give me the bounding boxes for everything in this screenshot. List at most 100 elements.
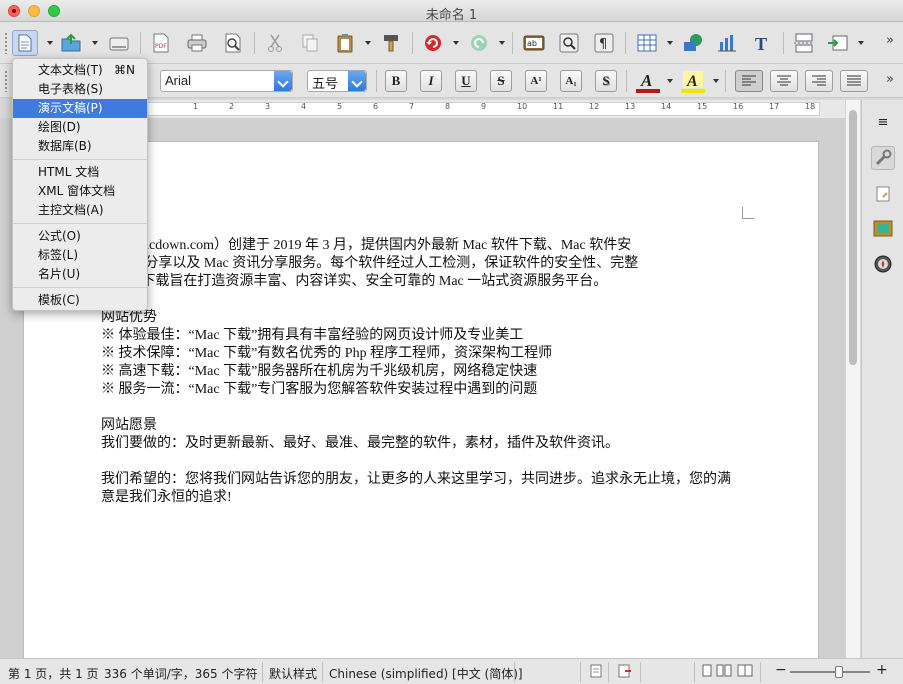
menu-item[interactable]: 标签(L)	[13, 246, 147, 265]
new-document-dropdown-arrow[interactable]	[47, 41, 53, 45]
find-replace-button[interactable]	[556, 30, 582, 56]
insert-table-dropdown-arrow[interactable]	[667, 41, 673, 45]
book-view-icon[interactable]	[737, 664, 753, 680]
print-button[interactable]	[184, 30, 210, 56]
page-style-status[interactable]: 默认样式	[269, 665, 317, 682]
open-dropdown-arrow[interactable]	[92, 41, 98, 45]
undo-button[interactable]	[420, 30, 446, 56]
cut-button[interactable]	[262, 30, 288, 56]
document-line[interactable]	[101, 453, 751, 471]
align-left-button[interactable]	[735, 70, 763, 92]
document-line[interactable]: 明	[94, 219, 751, 237]
document-line[interactable]: 我们要做的：及时更新最新、最好、最准、最完整的软件，素材，插件及软件资讯。	[101, 435, 751, 453]
document-line[interactable]: 载（www.macdown.com）创建于 2019 年 3 月，提供国内外最新…	[71, 237, 751, 255]
font-color-button[interactable]: A	[635, 68, 661, 94]
selection-mode-icon[interactable]	[590, 663, 602, 682]
zoom-in-icon[interactable]: +	[876, 662, 888, 678]
document-line[interactable]	[101, 291, 751, 309]
redo-dropdown-arrow[interactable]	[499, 41, 505, 45]
underline-button[interactable]: U	[455, 70, 477, 92]
document-line[interactable]: 网站愿景	[101, 417, 751, 435]
chevron-down-icon[interactable]	[274, 71, 292, 91]
word-count-status[interactable]: 336 个单词/字，365 个字符	[104, 665, 257, 682]
highlight-dropdown-arrow[interactable]	[713, 79, 719, 83]
document-line[interactable]: 我们希望的：您将我们网站告诉您的朋友，让更多的人来这里学习，共同进步。追求永无止…	[101, 471, 751, 489]
menu-item[interactable]: 文本文档(T) ⌘N	[13, 61, 147, 80]
insert-table-button[interactable]	[634, 30, 660, 56]
menu-item[interactable]: 公式(O)	[13, 227, 147, 246]
insert-textbox-button[interactable]: T	[749, 30, 775, 56]
language-status[interactable]: Chinese (simplified) [中文 (简体)]	[329, 665, 523, 682]
document-line[interactable]: 意是我们永恒的追求!	[101, 489, 751, 507]
vertical-scrollbar[interactable]	[845, 100, 860, 658]
document-line[interactable]	[101, 399, 751, 417]
properties-tab[interactable]	[871, 146, 895, 170]
clone-formatting-button[interactable]	[378, 30, 404, 56]
menu-item[interactable]: 模板(C)	[13, 291, 147, 310]
page-break-button[interactable]	[791, 30, 817, 56]
sidebar-menu-icon[interactable]: ≡	[871, 110, 895, 134]
font-color-dropdown-arrow[interactable]	[667, 79, 673, 83]
align-center-button[interactable]	[770, 70, 798, 92]
insert-field-button[interactable]	[825, 30, 851, 56]
menu-item[interactable]: XML 窗体文档	[13, 182, 147, 201]
zoom-slider-thumb[interactable]	[835, 666, 843, 678]
chevron-down-icon[interactable]	[348, 71, 366, 91]
redo-button[interactable]	[466, 30, 492, 56]
paste-dropdown-arrow[interactable]	[365, 41, 371, 45]
toolbar-grip[interactable]	[4, 70, 8, 92]
document-line[interactable]: 用性，Mac 下载旨在打造资源丰富、内容详实、安全可靠的 Mac 一站式资源服务…	[71, 273, 751, 291]
horizontal-ruler[interactable]: 1 2 3 4 5 6 7 8 9 10 11 12 13 14 15 16 17 18	[145, 100, 845, 118]
document-line[interactable]: ※ 服务一流：“Mac 下载”专门客服为您解答软件安装过程中遇到的问题	[101, 381, 751, 399]
insert-chart-button[interactable]	[714, 30, 740, 56]
save-button[interactable]	[106, 30, 132, 56]
bold-button[interactable]: B	[385, 70, 407, 92]
menu-item[interactable]: 数据库(B)	[13, 137, 147, 156]
formatting-marks-button[interactable]: ¶	[591, 30, 617, 56]
menu-item[interactable]: 名片(U)	[13, 265, 147, 284]
toolbar-overflow-icon[interactable]: »	[886, 33, 894, 48]
superscript-button[interactable]: A¹	[525, 70, 547, 92]
insert-image-button[interactable]	[680, 30, 706, 56]
new-document-button[interactable]	[12, 30, 38, 56]
navigator-tab[interactable]	[871, 252, 895, 276]
document-line[interactable]: 网站优势	[101, 309, 751, 327]
print-preview-button[interactable]	[220, 30, 246, 56]
copy-button[interactable]	[297, 30, 323, 56]
italic-button[interactable]: I	[420, 70, 442, 92]
export-pdf-button[interactable]: PDF	[148, 30, 174, 56]
open-button[interactable]	[58, 30, 84, 56]
font-size-combo[interactable]: 五号	[307, 70, 367, 92]
document-line[interactable]: ※ 技术保障：“Mac 下载”有数名优秀的 Php 程序工程师，资深架构工程师	[101, 345, 751, 363]
paste-button[interactable]	[332, 30, 358, 56]
gallery-tab[interactable]	[871, 216, 895, 240]
menu-item[interactable]: 电子表格(S)	[13, 80, 147, 99]
insert-field-dropdown-arrow[interactable]	[858, 41, 864, 45]
highlight-color-button[interactable]: A	[680, 68, 706, 94]
menu-item[interactable]: 绘图(D)	[13, 118, 147, 137]
document-line[interactable]: Mac 使用技巧分享以及 Mac 资讯分享服务。每个软件经过人工检测，保证软件的…	[60, 255, 751, 273]
menu-item[interactable]: 演示文稿(P)	[13, 99, 147, 118]
toolbar-grip[interactable]	[4, 32, 8, 54]
toolbar-overflow-icon[interactable]: »	[886, 72, 894, 87]
document-line[interactable]: ※ 高速下载：“Mac 下载”服务器所在机房为千兆级机房，网络稳定快速	[101, 363, 751, 381]
multi-page-view-icon[interactable]	[716, 664, 732, 680]
justify-button[interactable]	[840, 70, 868, 92]
document-line[interactable]: ※ 体验最佳：“Mac 下载”拥有具有丰富经验的网页设计师及专业美工	[101, 327, 751, 345]
subscript-button[interactable]: A₁	[560, 70, 582, 92]
zoom-slider[interactable]	[790, 666, 870, 678]
styles-tab[interactable]	[871, 182, 895, 206]
single-page-view-icon[interactable]	[702, 664, 712, 680]
zoom-out-icon[interactable]: −	[775, 662, 787, 678]
undo-dropdown-arrow[interactable]	[453, 41, 459, 45]
align-right-button[interactable]	[805, 70, 833, 92]
menu-item[interactable]: 主控文档(A)	[13, 201, 147, 220]
shadow-button[interactable]: S	[595, 70, 617, 92]
document-modified-icon[interactable]	[618, 663, 632, 682]
page-count-status[interactable]: 第 1 页，共 1 页	[8, 665, 99, 682]
menu-item[interactable]: HTML 文档	[13, 163, 147, 182]
document-body[interactable]: 明载（www.macdown.com）创建于 2019 年 3 月，提供国内外最…	[60, 219, 751, 507]
spelling-button[interactable]: ab	[521, 30, 547, 56]
scrollbar-thumb[interactable]	[849, 110, 857, 365]
strikethrough-button[interactable]: S	[490, 70, 512, 92]
